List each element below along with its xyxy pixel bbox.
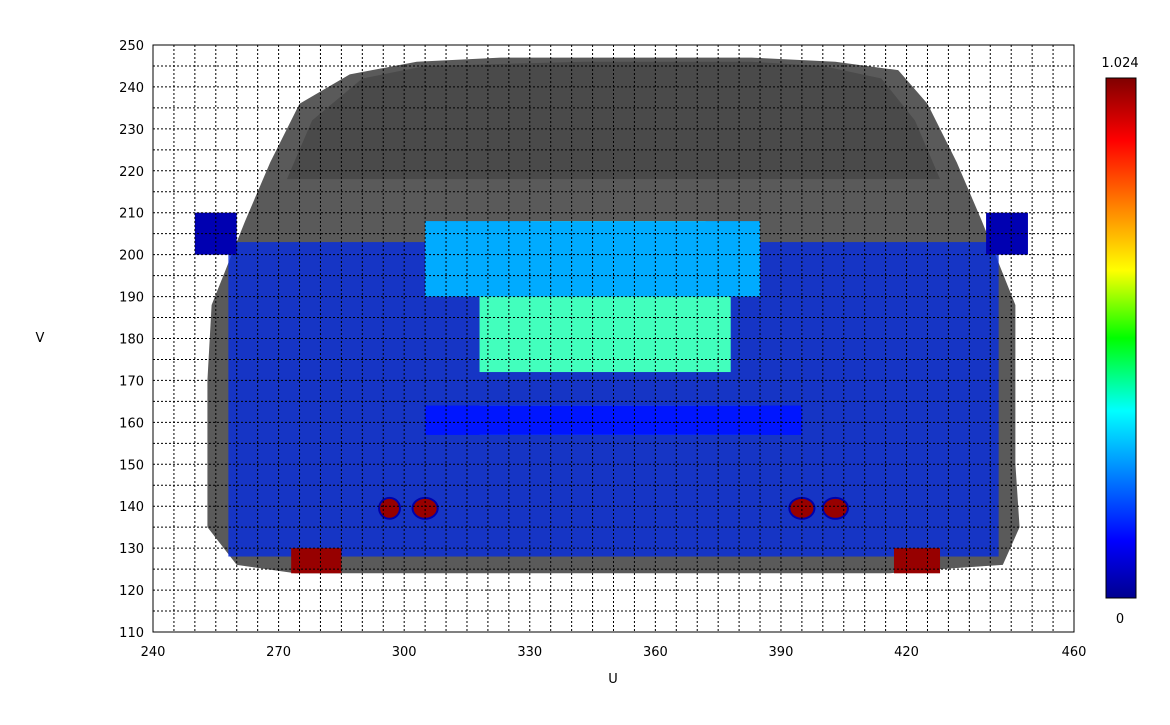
y-axis: 110 120 130 140 150 160 170 180 190 200 210 220 230 2… bbox=[119, 39, 144, 641]
y-tick-label: 160 bbox=[119, 416, 144, 431]
y-tick-label: 230 bbox=[119, 123, 144, 138]
y-tick-label: 210 bbox=[119, 207, 144, 222]
region-license-recess bbox=[479, 296, 731, 373]
x-tick-label: 360 bbox=[643, 645, 668, 660]
x-axis: 240 270 300 330 360 390 420 460 bbox=[141, 645, 1087, 660]
y-tick-label: 170 bbox=[119, 374, 144, 389]
region-exhaust-left-1 bbox=[378, 496, 401, 520]
y-tick-label: 180 bbox=[119, 333, 144, 348]
y-tick-label: 200 bbox=[119, 249, 144, 264]
x-tick-label: 270 bbox=[266, 645, 291, 660]
region-exhaust-left-2 bbox=[411, 496, 439, 520]
x-tick-label: 460 bbox=[1062, 645, 1087, 660]
region-exhaust-right-1 bbox=[788, 496, 816, 520]
x-tick-label: 240 bbox=[141, 645, 166, 660]
y-tick-label: 130 bbox=[119, 542, 144, 557]
y-tick-label: 240 bbox=[119, 81, 144, 96]
y-tick-label: 220 bbox=[119, 165, 144, 180]
y-tick-label: 120 bbox=[119, 584, 144, 599]
x-tick-label: 330 bbox=[517, 645, 542, 660]
y-axis-title: V bbox=[36, 331, 45, 346]
x-tick-label: 420 bbox=[894, 645, 919, 660]
region-exhaust-right-2 bbox=[821, 496, 849, 520]
x-axis-title: U bbox=[608, 672, 618, 687]
y-tick-label: 190 bbox=[119, 291, 144, 306]
heatmap-layer bbox=[194, 57, 1028, 574]
x-tick-label: 390 bbox=[769, 645, 794, 660]
y-tick-label: 110 bbox=[119, 626, 144, 641]
colorbar-min-label: 0 bbox=[1116, 612, 1124, 627]
y-tick-label: 140 bbox=[119, 500, 144, 515]
y-tick-label: 150 bbox=[119, 458, 144, 473]
y-tick-label: 250 bbox=[119, 39, 144, 54]
x-tick-label: 300 bbox=[392, 645, 417, 660]
colorbar bbox=[1105, 77, 1137, 599]
colorbar-max-label: 1.024 bbox=[1101, 56, 1138, 71]
chart-root: 240 270 300 330 360 390 420 460 110 120 130 140 150… bbox=[36, 39, 1139, 687]
